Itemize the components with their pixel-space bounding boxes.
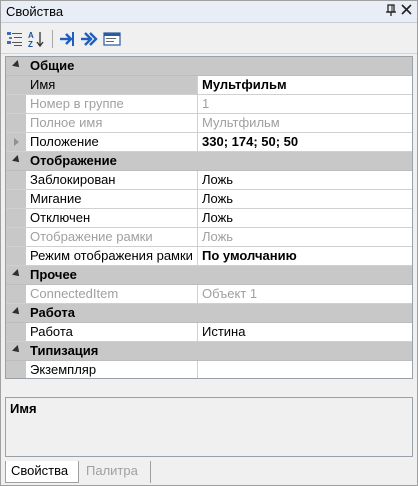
property-name: Мигание	[26, 190, 198, 208]
property-row-group-number[interactable]: Номер в группе 1	[6, 95, 412, 114]
alphabetical-sort-icon[interactable]: A Z	[27, 29, 47, 49]
property-name: Режим отображения рамки	[26, 247, 198, 265]
toolbar-separator	[52, 30, 53, 48]
description-pane: Имя	[5, 397, 413, 457]
collapse-icon[interactable]	[12, 345, 22, 355]
property-value: Мультфильм	[202, 115, 280, 130]
panel-tabs: Свойства Палитра	[1, 461, 417, 485]
property-name: Номер в группе	[26, 95, 198, 113]
property-grid: Общие Имя Мультфильм Номер в группе 1 По…	[5, 56, 413, 379]
property-value[interactable]: По умолчанию	[198, 247, 412, 265]
property-pages-icon[interactable]	[102, 29, 122, 49]
category-other[interactable]: Прочее	[6, 266, 412, 285]
svg-text:A: A	[28, 31, 34, 40]
property-value[interactable]: Ложь	[198, 209, 412, 227]
property-name: Имя	[26, 76, 198, 94]
category-label: Типизация	[30, 343, 99, 358]
pin-icon[interactable]	[385, 4, 399, 18]
toolbar: A Z	[1, 24, 417, 54]
property-row-full-name[interactable]: Полное имя Мультфильм	[6, 114, 412, 133]
collapse-icon[interactable]	[12, 269, 22, 279]
property-row-disabled[interactable]: Отключен Ложь	[6, 209, 412, 228]
category-label: Работа	[30, 305, 75, 320]
property-value[interactable]	[198, 361, 412, 378]
property-row-work[interactable]: Работа Истина	[6, 323, 412, 342]
category-label: Прочее	[30, 267, 77, 282]
close-icon[interactable]	[399, 4, 413, 18]
property-value: 1	[202, 96, 210, 111]
property-row-name[interactable]: Имя Мультфильм	[6, 76, 412, 95]
property-value[interactable]: Ложь	[198, 171, 412, 189]
tab-properties[interactable]: Свойства	[5, 461, 79, 483]
property-value[interactable]: 330; 174; 50; 50	[198, 133, 412, 151]
property-row-position[interactable]: Положение 330; 174; 50; 50	[6, 133, 412, 152]
property-name: Полное имя	[26, 114, 198, 132]
property-row-blink[interactable]: Мигание Ложь	[6, 190, 412, 209]
navigate-icon[interactable]	[79, 29, 99, 49]
panel-title: Свойства	[6, 4, 64, 19]
panel-titlebar: Свойства	[1, 1, 417, 23]
category-label: Общие	[30, 58, 75, 73]
category-typing[interactable]: Типизация	[6, 342, 412, 361]
property-row-locked[interactable]: Заблокирован Ложь	[6, 171, 412, 190]
properties-panel: Свойства A Z Общие Имя Мультфильм Номер …	[0, 0, 418, 486]
property-row-frame-display[interactable]: Отображение рамки Ложь	[6, 228, 412, 247]
property-name: Работа	[26, 323, 198, 341]
tab-palette[interactable]: Палитра	[81, 461, 151, 483]
category-general[interactable]: Общие	[6, 57, 412, 76]
property-row-instance[interactable]: Экземпляр	[6, 361, 412, 378]
property-name: Экземпляр	[26, 361, 198, 378]
property-row-frame-mode[interactable]: Режим отображения рамки По умолчанию	[6, 247, 412, 266]
property-value: Ложь	[202, 229, 234, 244]
property-name: Положение	[26, 133, 198, 151]
categorized-icon[interactable]	[5, 29, 25, 49]
category-work[interactable]: Работа	[6, 304, 412, 323]
property-value[interactable]: Мультфильм	[198, 76, 412, 94]
property-name: Заблокирован	[26, 171, 198, 189]
property-name: Отображение рамки	[26, 228, 198, 246]
description-title: Имя	[10, 401, 37, 416]
property-value[interactable]: Истина	[198, 323, 412, 341]
expand-icon[interactable]	[14, 138, 19, 146]
property-name: ConnectedItem	[26, 285, 198, 303]
category-label: Отображение	[30, 153, 117, 168]
go-to-icon[interactable]	[57, 29, 77, 49]
collapse-icon[interactable]	[12, 155, 22, 165]
property-row-connected-item[interactable]: ConnectedItem Объект 1	[6, 285, 412, 304]
property-value[interactable]: Ложь	[198, 190, 412, 208]
property-name: Отключен	[26, 209, 198, 227]
property-value: Объект 1	[202, 286, 258, 301]
collapse-icon[interactable]	[12, 307, 22, 317]
collapse-icon[interactable]	[12, 60, 22, 70]
svg-text:Z: Z	[28, 40, 33, 49]
category-display[interactable]: Отображение	[6, 152, 412, 171]
